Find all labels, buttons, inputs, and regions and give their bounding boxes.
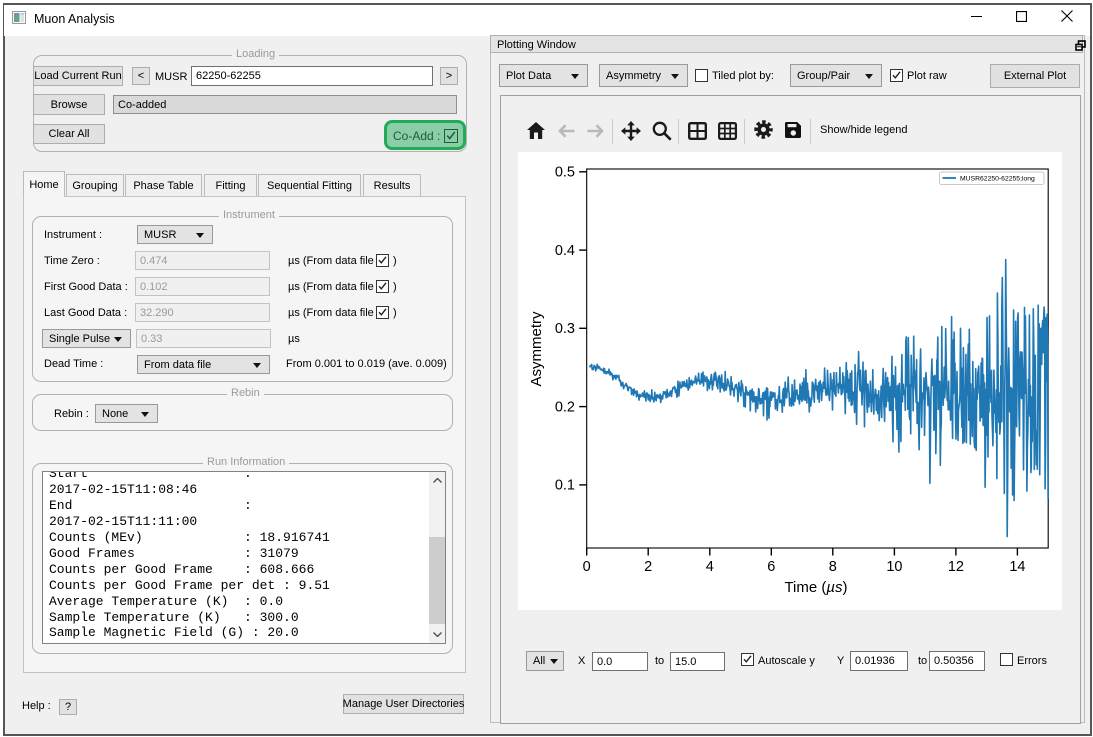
svg-text:6: 6	[767, 559, 775, 575]
svg-text:Asymmetry: Asymmetry	[528, 311, 545, 387]
svg-text:8: 8	[829, 559, 837, 575]
svg-text:12: 12	[948, 559, 964, 575]
svg-text:10: 10	[886, 559, 902, 575]
svg-text:0.1: 0.1	[555, 478, 575, 494]
svg-text:0.4: 0.4	[555, 243, 575, 259]
svg-text:MUSR62250-62255;long: MUSR62250-62255;long	[960, 176, 1035, 183]
svg-text:4: 4	[706, 559, 714, 575]
svg-text:0.5: 0.5	[555, 165, 575, 181]
svg-text:14: 14	[1009, 559, 1025, 575]
svg-text:2: 2	[644, 559, 652, 575]
svg-text:Time (µs): Time (µs)	[784, 579, 847, 596]
svg-text:0.2: 0.2	[555, 399, 575, 415]
svg-text:0: 0	[583, 559, 591, 575]
svg-text:0.3: 0.3	[555, 321, 575, 337]
